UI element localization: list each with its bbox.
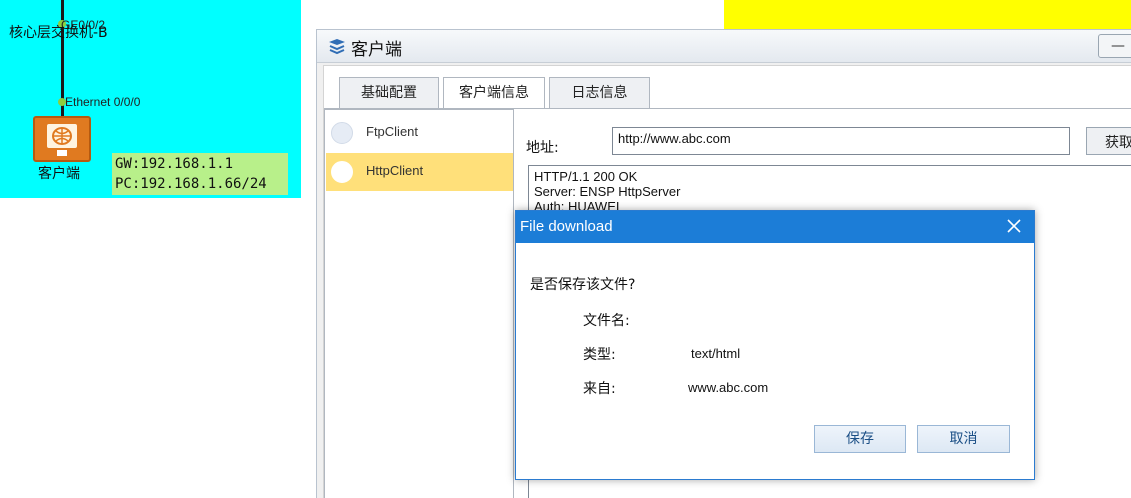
topology-canvas: GE0/0/2 核心层交换机-B Ethernet 0/0/0 客户端 GW:1… [0,0,301,198]
dialog-title: File download [520,218,613,235]
bullet-icon [331,122,353,144]
tab-log-info[interactable]: 日志信息 [549,77,650,108]
cancel-button[interactable]: 取消 [917,425,1010,453]
address-label: 地址: [526,140,559,156]
client-list: FtpClient HttpClient [324,109,514,498]
save-button[interactable]: 保存 [814,425,906,453]
pc-port-label: Ethernet 0/0/0 [65,95,141,109]
switch-label: 核心层交换机-B [9,25,108,41]
client-item-http[interactable]: HttpClient [326,153,513,191]
minimize-button[interactable]: — [1098,34,1131,58]
filename-label: 文件名: [583,313,630,329]
close-icon[interactable] [1004,216,1024,236]
screen: GE0/0/2 核心层交换机-B Ethernet 0/0/0 客户端 GW:1… [0,0,1131,498]
tab-basic-config[interactable]: 基础配置 [339,77,439,108]
tab-client-info[interactable]: 客户端信息 [443,77,545,108]
app-icon [327,38,347,60]
dialog-titlebar[interactable]: File download [516,211,1034,243]
dialog-question: 是否保存该文件? [530,277,636,293]
type-value: text/html [691,346,741,361]
pc-label: 客户端 [38,166,80,182]
get-button[interactable]: 获取 [1086,127,1131,155]
file-download-dialog: File download 是否保存该文件? 文件名: 类型: text/htm… [515,210,1035,480]
ip-info-box: GW:192.168.1.1 PC:192.168.1.66/24 [112,153,288,195]
address-input[interactable]: http://www.abc.com [612,127,1070,155]
type-label: 类型: [583,347,616,363]
from-label: 来自: [583,381,616,397]
window-title: 客户端 [351,40,402,60]
client-item-label: FtpClient [366,124,419,139]
pc-client-icon[interactable] [33,116,91,162]
client-item-ftp[interactable]: FtpClient [326,114,513,152]
client-item-label: HttpClient [366,163,424,178]
yellow-highlight [724,0,1131,29]
window-titlebar[interactable]: 客户端 — [317,30,1131,63]
pc-ip-text: PC:192.168.1.66/24 [115,176,267,192]
bullet-icon [331,161,353,183]
from-value: www.abc.com [688,380,769,395]
gateway-text: GW:192.168.1.1 [115,156,234,172]
